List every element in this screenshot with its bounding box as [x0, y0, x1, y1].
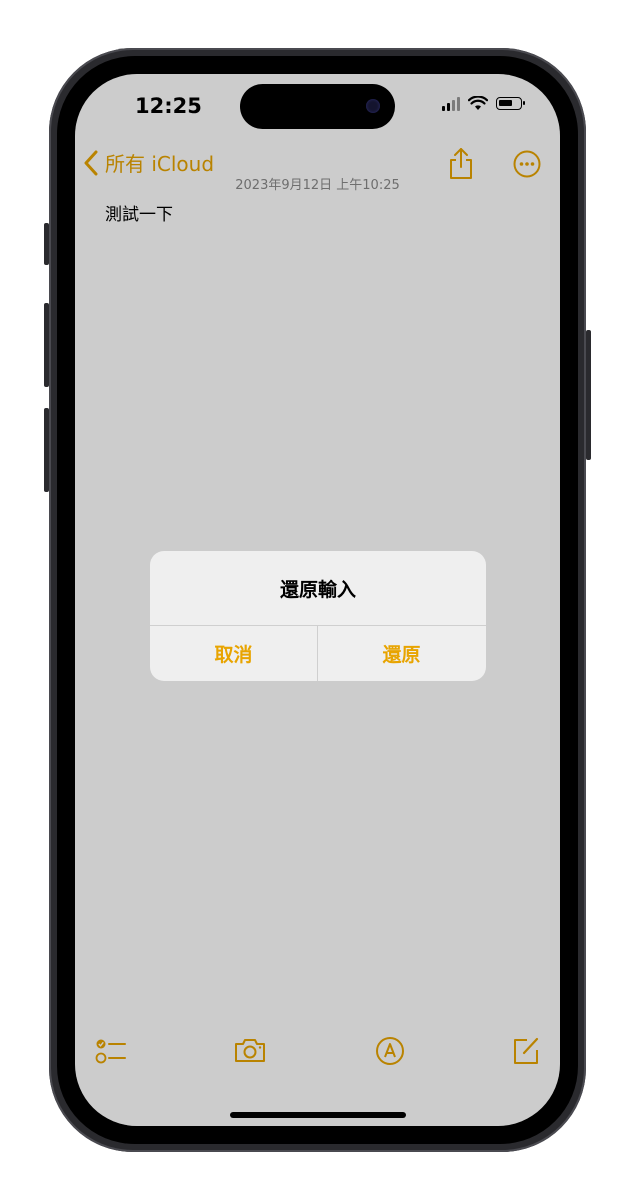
undo-typing-alert: 還原輸入 取消 還原	[150, 551, 486, 681]
volume-up-button	[44, 303, 49, 387]
home-indicator[interactable]	[230, 1112, 406, 1118]
power-button	[586, 330, 591, 460]
undo-button[interactable]: 還原	[318, 626, 485, 681]
volume-down-button	[44, 408, 49, 492]
screen: 12:25 所有 iCloud 2023年9月12日 上午10:25 測試一下 …	[75, 74, 560, 1126]
cancel-button[interactable]: 取消	[150, 626, 317, 681]
action-button	[44, 223, 49, 265]
alert-title: 還原輸入	[279, 579, 356, 601]
